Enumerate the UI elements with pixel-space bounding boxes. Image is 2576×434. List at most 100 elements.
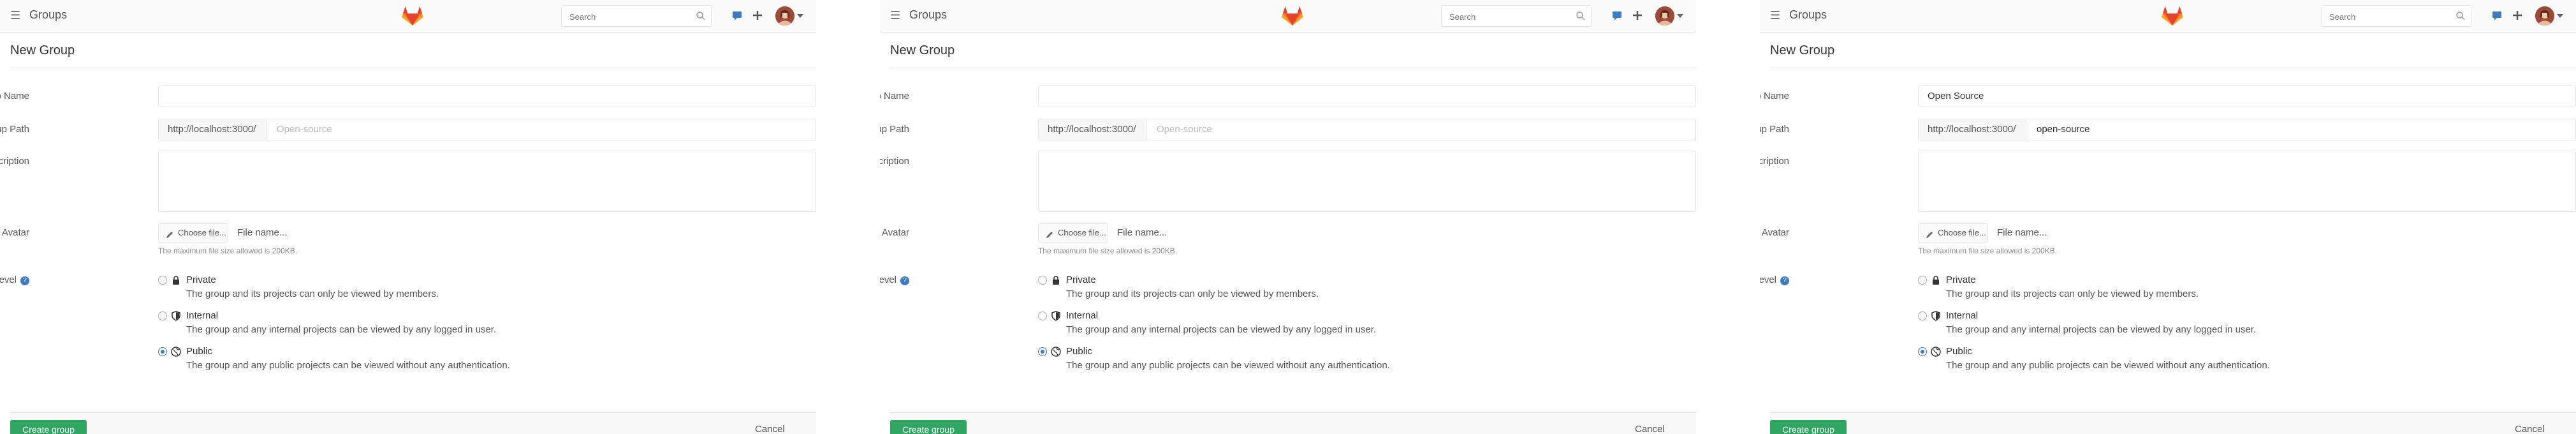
search-box[interactable] (561, 5, 712, 27)
visibility-radio-public[interactable] (158, 347, 167, 356)
group-avatar-label: Group Avatar (1760, 227, 1789, 238)
search-icon[interactable] (696, 11, 706, 21)
group-name-input[interactable] (1038, 86, 1696, 107)
search-input[interactable] (1448, 10, 1572, 23)
visibility-option-description: The group and any public projects can be… (186, 360, 510, 371)
create-group-button[interactable]: Create group (10, 420, 87, 434)
menu-icon[interactable]: ☰ (10, 9, 22, 22)
file-size-hint: The maximum file size allowed is 200KB. (1038, 246, 1178, 255)
search-icon[interactable] (1576, 11, 1586, 21)
gitlab-logo-icon[interactable] (1282, 5, 1303, 27)
shield-icon (1051, 311, 1061, 321)
form-actions (890, 412, 1696, 434)
visibility-option-title: Private (186, 274, 216, 285)
avatar[interactable] (775, 6, 794, 26)
group-path-input[interactable]: open-source (2026, 119, 2576, 140)
group-path-prefix: http://localhost:3000/ (1038, 119, 1146, 140)
search-input[interactable] (568, 10, 692, 23)
visibility-option-description: The group and its projects can only be v… (1066, 288, 1319, 299)
gitlab-logo-icon[interactable] (402, 5, 423, 27)
cancel-button[interactable]: Cancel (2515, 424, 2553, 434)
choose-file-button[interactable]: Choose file... (158, 223, 228, 243)
new-group-screen: ☰ Groups New Group Group Name Group Path http… (880, 0, 1696, 434)
description-textarea[interactable] (1918, 151, 2576, 212)
choose-file-label: Choose file... (1058, 228, 1106, 237)
visibility-option-title: Public (1066, 346, 1092, 357)
pencil-icon (1045, 228, 1054, 238)
group-avatar-label: Group Avatar (880, 227, 909, 238)
visibility-radio-public[interactable] (1918, 347, 1927, 356)
new-group-screen: ☰ Groups New Group Group Name Open Source Gro… (1760, 0, 2576, 434)
visibility-radio-internal[interactable] (1038, 311, 1047, 320)
globe-icon (1931, 347, 1941, 357)
gitlab-logo-icon[interactable] (2162, 5, 2183, 27)
visibility-option-description: The group and its projects can only be v… (186, 288, 439, 299)
chevron-down-icon[interactable] (2557, 14, 2563, 18)
file-size-hint: The maximum file size allowed is 200KB. (1918, 246, 2058, 255)
visibility-radio-private[interactable] (1918, 276, 1927, 285)
choose-file-label: Choose file... (178, 228, 226, 237)
choose-file-button[interactable]: Choose file... (1918, 223, 1988, 243)
lock-icon (1051, 275, 1061, 285)
file-name-text: File name... (1997, 227, 2047, 238)
header-title: Groups (1789, 8, 1827, 21)
menu-icon[interactable]: ☰ (890, 9, 902, 22)
description-label: Description (0, 156, 29, 167)
globe-icon (1051, 347, 1061, 357)
help-icon[interactable]: ? (20, 276, 29, 285)
plus-icon[interactable] (751, 9, 764, 22)
visibility-option-title: Internal (186, 310, 219, 321)
top-navbar: ☰ Groups (0, 0, 816, 33)
avatar[interactable] (1655, 6, 1674, 26)
cancel-button[interactable]: Cancel (1635, 424, 1673, 434)
search-box[interactable] (2321, 5, 2471, 27)
visibility-radio-public[interactable] (1038, 347, 1047, 356)
pencil-icon (165, 228, 174, 238)
visibility-option-title: Internal (1946, 310, 1979, 321)
group-name-label: Group Name (1760, 91, 1789, 101)
search-input[interactable] (2328, 10, 2452, 23)
description-textarea[interactable] (1038, 151, 1696, 212)
group-name-input[interactable] (158, 86, 816, 107)
help-icon[interactable]: ? (900, 276, 909, 285)
choose-file-button[interactable]: Choose file... (1038, 223, 1108, 243)
page-title: New Group (890, 43, 955, 57)
cancel-button[interactable]: Cancel (755, 424, 793, 434)
plus-icon[interactable] (1631, 9, 1644, 22)
todos-icon[interactable] (1611, 9, 1623, 22)
todos-icon[interactable] (731, 9, 743, 22)
visibility-option-title: Public (1946, 346, 1972, 357)
search-box[interactable] (1441, 5, 1592, 27)
todos-icon[interactable] (2491, 9, 2503, 22)
description-textarea[interactable] (158, 151, 816, 212)
group-avatar-label: Group Avatar (0, 227, 29, 238)
group-name-input[interactable]: Open Source (1918, 86, 2576, 107)
visibility-radio-internal[interactable] (158, 311, 167, 320)
visibility-radio-private[interactable] (1038, 276, 1047, 285)
group-name-label: Group Name (880, 91, 909, 101)
search-icon[interactable] (2455, 11, 2466, 21)
group-path-input[interactable]: Open-source (267, 119, 816, 140)
group-path-label: Group Path (0, 124, 29, 135)
visibility-radio-internal[interactable] (1918, 311, 1927, 320)
lock-icon (171, 275, 181, 285)
create-group-button[interactable]: Create group (1770, 420, 1847, 434)
description-label: Description (880, 156, 909, 167)
choose-file-label: Choose file... (1938, 228, 1986, 237)
header-title: Groups (29, 8, 68, 21)
chevron-down-icon[interactable] (1677, 14, 1683, 18)
group-path-input[interactable]: Open-source (1146, 119, 1696, 140)
help-icon[interactable]: ? (1780, 276, 1789, 285)
visibility-radio-private[interactable] (158, 276, 167, 285)
menu-icon[interactable]: ☰ (1770, 9, 1782, 22)
file-name-text: File name... (1117, 227, 1167, 238)
visibility-option-description: The group and its projects can only be v… (1946, 288, 2199, 299)
plus-icon[interactable] (2511, 9, 2524, 22)
visibility-option-description: The group and any public projects can be… (1946, 360, 2270, 371)
group-path-prefix: http://localhost:3000/ (1918, 119, 2026, 140)
visibility-level-text: Visibility Level (0, 274, 17, 285)
create-group-button[interactable]: Create group (890, 420, 967, 434)
chevron-down-icon[interactable] (797, 14, 803, 18)
avatar[interactable] (2535, 6, 2554, 26)
visibility-level-label: Visibility Level? (880, 274, 909, 285)
